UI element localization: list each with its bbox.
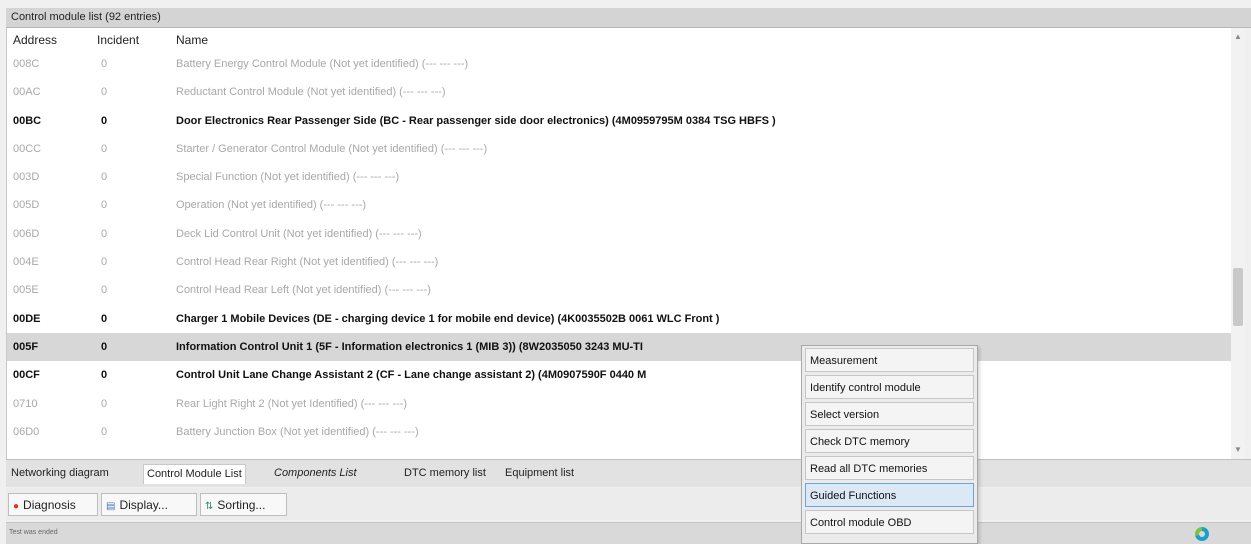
row-address: 00CC (13, 142, 42, 155)
sorting-button[interactable]: ⇅ Sorting... (200, 493, 287, 516)
row-address: 005F (13, 340, 39, 353)
row-address: 008C (13, 58, 40, 70)
row-address: 00BC (13, 114, 42, 127)
table-row[interactable]: 004E 0 Control Head Rear Right (Not yet id… (7, 248, 1232, 276)
display-button[interactable]: ▤ Display... (101, 493, 197, 516)
table-row[interactable]: 008C 0 Battery Energy Control Module (Not … (7, 50, 1232, 78)
scroll-down-icon[interactable]: ▼ (1231, 443, 1245, 457)
menu-item-select-version[interactable]: Select version (805, 402, 974, 426)
menu-item-control-module-obd[interactable]: Control module OBD (805, 510, 974, 534)
row-address: 00AC (13, 86, 41, 99)
diagnosis-label: Diagnosis (23, 498, 76, 512)
row-name: Control Unit Lane Change Assistant 2 (CF… (176, 369, 647, 382)
row-incident: 0 (101, 142, 108, 155)
row-address: 006D (13, 227, 40, 240)
table-row[interactable]: 006D 0 Deck Lid Control Unit (Not yet iden… (7, 220, 1232, 248)
sorting-icon: ⇅ (205, 501, 214, 512)
table-row[interactable]: 06D0 0 Battery Junction Box (Not yet ident… (7, 418, 1232, 446)
row-incident: 0 (101, 58, 108, 70)
row-address: 00DE (13, 312, 41, 325)
module-rows: 008C 0 Battery Energy Control Module (Not … (7, 50, 1232, 446)
row-name: Operation (Not yet identified) (--- --- … (176, 199, 367, 212)
sorting-label: Sorting... (217, 498, 266, 512)
menu-item-identify-control-module[interactable]: Identify control module (805, 375, 974, 399)
tab-equipment-list[interactable]: Equipment list (502, 464, 577, 484)
column-header-address[interactable]: Address (13, 33, 57, 47)
row-incident: 0 (101, 284, 108, 297)
row-incident: 0 (101, 312, 108, 325)
row-incident: 0 (101, 114, 108, 127)
control-module-list[interactable]: Address Incident Name 008C 0 Battery Energ… (6, 28, 1245, 459)
row-name: Deck Lid Control Unit (Not yet identifie… (176, 227, 422, 240)
menu-item-read-all-dtc-memories[interactable]: Read all DTC memories (805, 456, 974, 480)
table-row[interactable]: 00BC 0 Door Electronics Rear Passenger Sid… (7, 107, 1232, 135)
panel-title: Control module list (92 entries) (6, 8, 1251, 28)
context-menu: Measurement Identify control module Sele… (801, 345, 978, 544)
row-incident: 0 (101, 199, 108, 212)
row-name: Rear Light Right 2 (Not yet Identified) … (176, 397, 408, 410)
diagnosis-button[interactable]: ● Diagnosis (8, 493, 98, 516)
row-name: Special Function (Not yet identified) (-… (176, 171, 400, 184)
row-address: 005D (13, 199, 40, 212)
table-row[interactable]: 005D 0 Operation (Not yet identified) (---… (7, 191, 1232, 219)
tab-components-list[interactable]: Components List (271, 464, 360, 484)
column-header-incident[interactable]: Incident (97, 33, 139, 47)
table-row[interactable]: 0710 0 Rear Light Right 2 (Not yet Identif… (7, 390, 1232, 418)
status-text: Test was ended (9, 529, 58, 536)
row-incident: 0 (101, 171, 108, 184)
row-name: Battery Energy Control Module (Not yet i… (176, 58, 469, 70)
table-row[interactable]: 003D 0 Special Function (Not yet identifie… (7, 163, 1232, 191)
row-address: 06D0 (13, 425, 40, 438)
column-header-name[interactable]: Name (176, 33, 208, 47)
table-row[interactable]: 00DE 0 Charger 1 Mobile Devices (DE - char… (7, 305, 1232, 333)
menu-item-measurement[interactable]: Measurement (805, 348, 974, 372)
menu-item-guided-functions[interactable]: Guided Functions (805, 483, 974, 507)
scroll-up-icon[interactable]: ▲ (1231, 30, 1245, 44)
status-bar: Test was ended (6, 522, 1251, 544)
row-name: Charger 1 Mobile Devices (DE - charging … (176, 312, 720, 325)
vertical-scrollbar[interactable]: ▲ ▼ (1231, 28, 1245, 459)
row-address: 00CF (13, 369, 40, 382)
red-dot-icon: ● (13, 501, 20, 512)
row-address: 003D (13, 171, 40, 184)
table-row[interactable]: 00CF 0 Control Unit Lane Change Assistant … (7, 361, 1232, 389)
row-name: Door Electronics Rear Passenger Side (BC… (176, 114, 776, 127)
row-incident: 0 (101, 397, 108, 410)
table-row[interactable]: 005F 0 Information Control Unit 1 (5F - In… (7, 332, 1232, 362)
table-row[interactable]: 00AC 0 Reductant Control Module (Not yet i… (7, 78, 1232, 106)
table-row[interactable]: 005E 0 Control Head Rear Left (Not yet ide… (7, 276, 1232, 304)
table-row[interactable]: 00CC 0 Starter / Generator Control Module … (7, 135, 1232, 163)
row-incident: 0 (101, 425, 108, 438)
row-name: Starter / Generator Control Module (Not … (176, 142, 488, 155)
row-incident: 0 (101, 256, 108, 269)
row-incident: 0 (101, 340, 108, 353)
menu-item-check-dtc-memory[interactable]: Check DTC memory (805, 429, 974, 453)
app-window: Control module list (92 entries) Address… (0, 0, 1251, 544)
view-tabs: Networking diagram Control Module List C… (6, 459, 1251, 487)
display-label: Display... (119, 498, 168, 512)
row-address: 004E (13, 256, 39, 269)
tab-dtc-memory-list[interactable]: DTC memory list (401, 464, 489, 484)
row-name: Battery Junction Box (Not yet identified… (176, 425, 419, 438)
row-name: Control Head Rear Left (Not yet identifi… (176, 284, 431, 297)
row-address: 0710 (13, 397, 38, 410)
row-name: Reductant Control Module (Not yet identi… (176, 86, 446, 99)
scroll-thumb[interactable] (1233, 268, 1243, 326)
column-header-row: Address Incident Name (7, 28, 1232, 50)
progress-ring-icon (1195, 527, 1209, 541)
row-name: Information Control Unit 1 (5F - Informa… (176, 340, 643, 353)
tab-control-module-list[interactable]: Control Module List (143, 464, 246, 484)
row-address: 005E (13, 284, 39, 297)
row-incident: 0 (101, 86, 108, 99)
toolbar: ● Diagnosis ▤ Display... ⇅ Sorting... (6, 488, 1251, 520)
row-incident: 0 (101, 227, 108, 240)
tab-networking-diagram[interactable]: Networking diagram (8, 464, 112, 484)
display-window-icon: ▤ (106, 501, 116, 512)
row-name: Control Head Rear Right (Not yet identif… (176, 256, 439, 269)
row-incident: 0 (101, 369, 108, 382)
